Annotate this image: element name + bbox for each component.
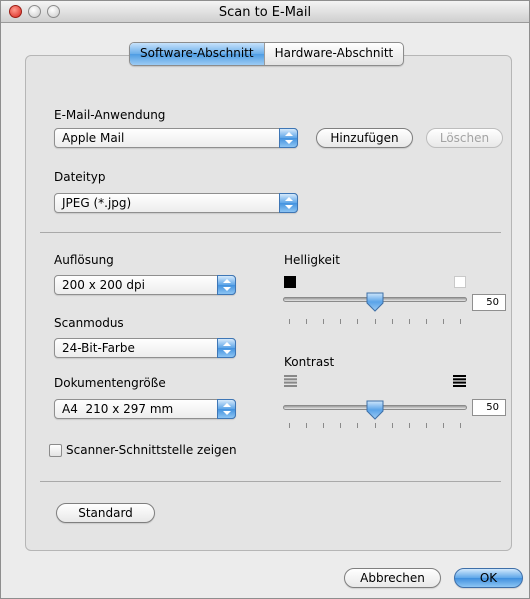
email-application-label: E-Mail-Anwendung [54,108,166,122]
popup-arrows-icon [217,399,236,419]
black-square-icon [284,276,296,288]
docsize-label: Dokumentengröße [54,376,166,390]
low-contrast-icon [284,375,297,387]
add-button[interactable]: Hinzufügen [316,128,413,148]
filetype-select[interactable]: JPEG (*.jpg) [54,193,298,213]
brightness-slider-knob[interactable] [366,292,384,312]
filetype-label: Dateityp [54,170,106,184]
contrast-ticks [289,423,461,429]
scanner-interface-checkbox[interactable] [49,444,62,457]
resolution-label: Auflösung [54,253,114,267]
tab-bar: Software-Abschnitt Hardware-Abschnitt [129,42,405,66]
scan-to-email-window: Scan to E-Mail Software-Abschnitt Hardwa… [0,0,530,599]
brightness-label: Helligkeit [284,253,340,267]
filetype-value: JPEG (*.jpg) [62,196,132,210]
window-title: Scan to E-Mail [218,5,312,20]
popup-arrows-icon [279,128,298,148]
brightness-value-field[interactable]: 50 [472,294,506,311]
scanmode-label: Scanmodus [54,316,124,330]
standard-button[interactable]: Standard [56,503,155,523]
tab-hardware[interactable]: Hardware-Abschnitt [263,43,404,65]
email-application-value: Apple Mail [62,131,125,145]
docsize-value: A4 210 x 297 mm [62,402,174,416]
delete-button[interactable]: Löschen [426,128,503,148]
ok-button[interactable]: OK [454,568,523,588]
separator [40,481,501,482]
resolution-value: 200 x 200 dpi [62,278,145,292]
white-square-icon [454,276,466,288]
title-bar[interactable]: Scan to E-Mail [1,1,529,23]
scanmode-select[interactable]: 24-Bit-Farbe [54,338,236,358]
docsize-select[interactable]: A4 210 x 297 mm [54,399,236,419]
contrast-slider-knob[interactable] [366,400,384,420]
tab-software[interactable]: Software-Abschnitt [130,43,264,65]
scanner-interface-label[interactable]: Scanner-Schnittstelle zeigen [66,443,237,457]
high-contrast-icon [453,375,466,387]
resolution-select[interactable]: 200 x 200 dpi [54,275,236,295]
brightness-ticks [289,319,461,325]
popup-arrows-icon [217,275,236,295]
popup-arrows-icon [217,338,236,358]
cancel-button[interactable]: Abbrechen [344,568,441,588]
contrast-label: Kontrast [284,355,335,369]
email-application-select[interactable]: Apple Mail [54,128,298,148]
scanmode-value: 24-Bit-Farbe [62,341,135,355]
contrast-value-field[interactable]: 50 [472,399,506,416]
popup-arrows-icon [279,193,298,213]
separator [40,232,501,233]
